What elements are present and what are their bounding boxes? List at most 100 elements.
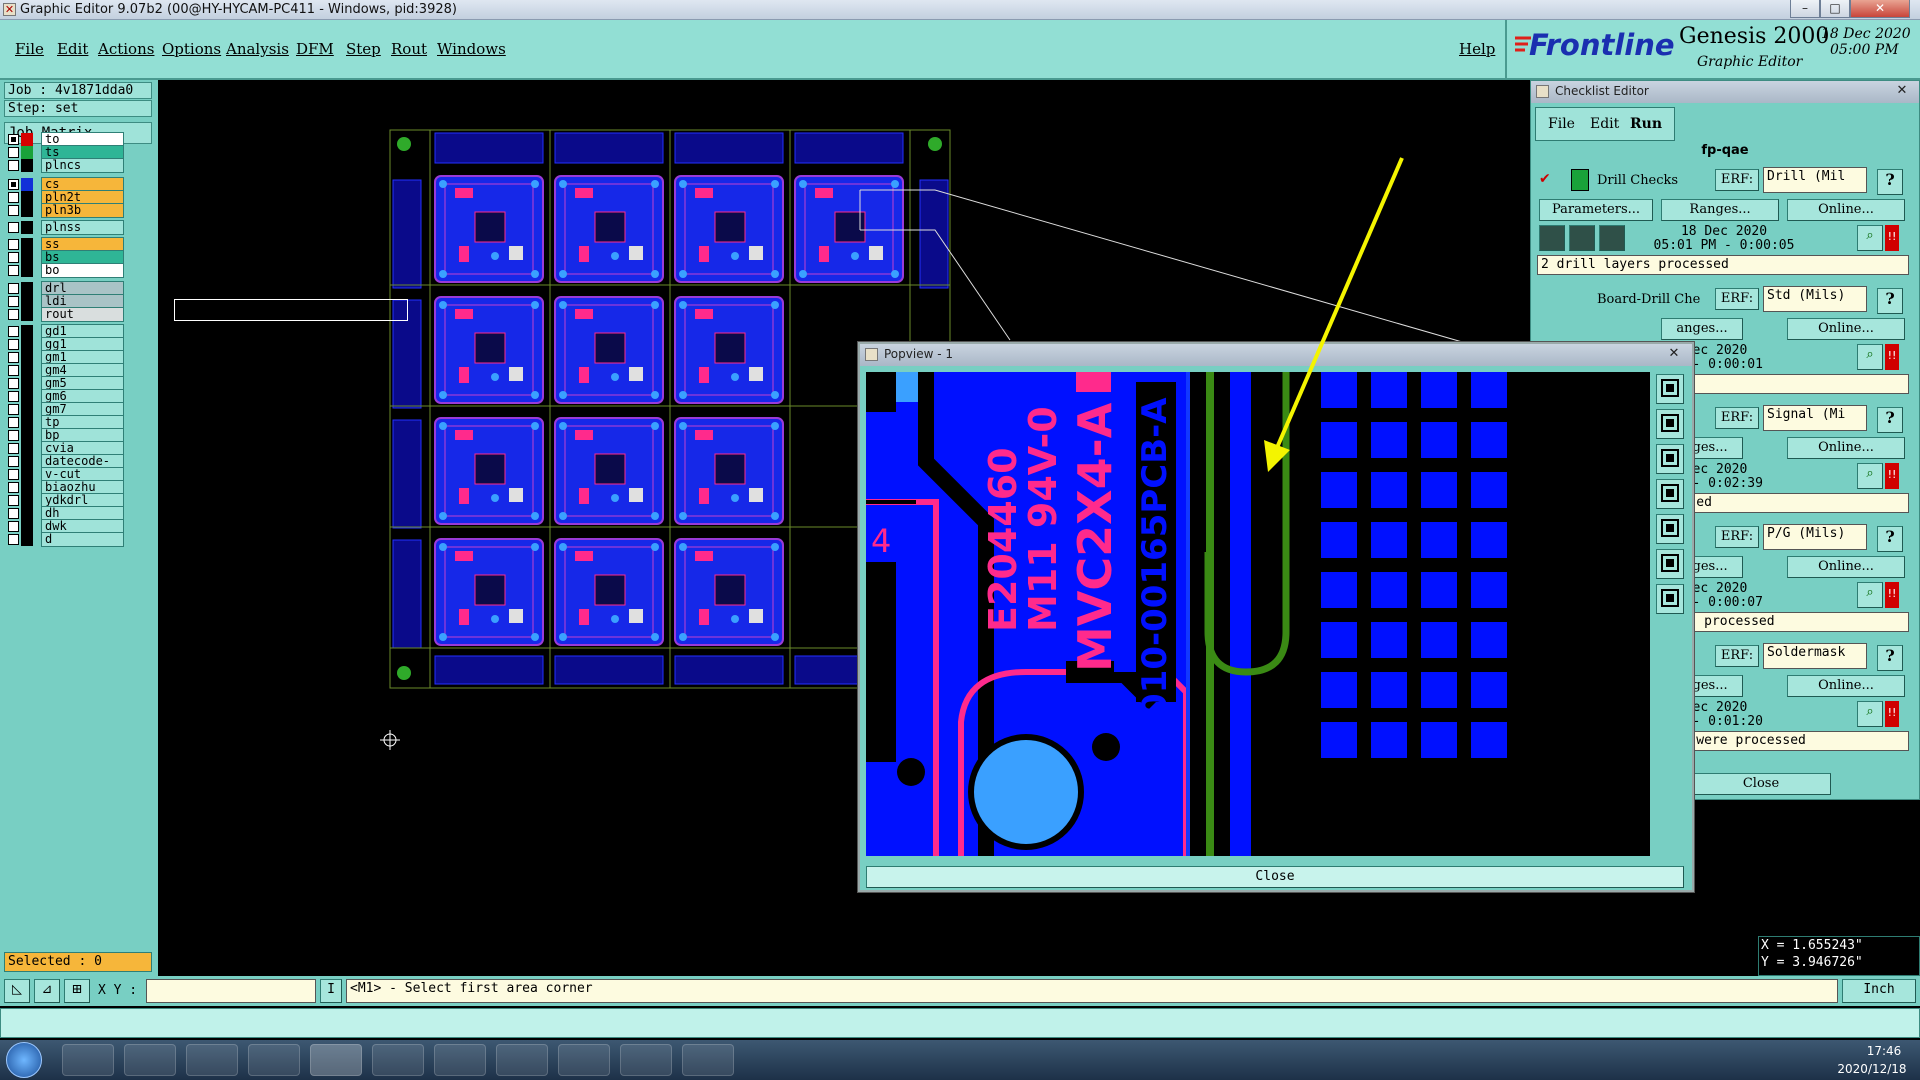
layer-row-bo[interactable]: bo xyxy=(6,263,124,278)
cursor-mode-icon[interactable]: I xyxy=(320,979,342,1003)
layer-checkbox[interactable] xyxy=(8,192,19,203)
pan-left-icon[interactable] xyxy=(1656,479,1684,509)
layer-checkbox[interactable] xyxy=(8,508,19,519)
layer-checkbox[interactable] xyxy=(8,339,19,350)
online-button[interactable]: Online... xyxy=(1787,556,1905,578)
layer-checkbox[interactable] xyxy=(8,495,19,506)
menu-step[interactable]: Step xyxy=(346,40,381,58)
menu-options[interactable]: Options xyxy=(162,40,221,58)
layer-name[interactable]: plnss xyxy=(41,220,124,235)
zoom-home-icon[interactable] xyxy=(1656,584,1684,614)
check-name[interactable]: Board-Drill Che xyxy=(1597,292,1700,307)
zoom-result-icon[interactable]: ⌕ xyxy=(1857,582,1883,608)
erf-button[interactable]: ERF: xyxy=(1715,645,1759,667)
popview-close-icon[interactable]: ✕ xyxy=(1660,344,1688,364)
units-selector[interactable]: Inch xyxy=(1842,979,1916,1003)
layer-name[interactable]: plncs xyxy=(41,158,124,173)
zoom-result-icon[interactable]: ⌕ xyxy=(1857,701,1883,727)
layer-checkbox[interactable] xyxy=(8,326,19,337)
parameters-button[interactable]: Parameters... xyxy=(1539,199,1653,221)
checklist-close-button[interactable]: Close xyxy=(1691,773,1831,795)
maximize-button[interactable]: □ xyxy=(1820,0,1850,18)
layer-checkbox[interactable] xyxy=(8,147,19,158)
layer-checkbox[interactable] xyxy=(8,134,19,145)
layer-checkbox[interactable] xyxy=(8,365,19,376)
help-button[interactable]: ? xyxy=(1877,645,1903,671)
taskbar-shell-icon[interactable] xyxy=(62,1044,114,1076)
erf-button[interactable]: ERF: xyxy=(1715,169,1759,191)
menu-help[interactable]: Help xyxy=(1459,40,1495,58)
layer-row-pln3b[interactable]: pln3b xyxy=(6,203,124,218)
layer-checkbox[interactable] xyxy=(8,443,19,454)
zoom-result-icon[interactable]: ⌕ xyxy=(1857,225,1883,251)
layer-checkbox[interactable] xyxy=(8,404,19,415)
layer-checkbox[interactable] xyxy=(8,378,19,389)
menu-windows[interactable]: Windows xyxy=(437,40,506,58)
menu-file[interactable]: File xyxy=(15,40,44,58)
fit-icon[interactable] xyxy=(1656,374,1684,404)
layer-name[interactable]: rout xyxy=(41,307,124,322)
taskbar-excel-icon[interactable] xyxy=(496,1044,548,1076)
layer-checkbox[interactable] xyxy=(8,265,19,276)
help-button[interactable]: ? xyxy=(1877,169,1903,195)
checklist-menu-run[interactable]: Run xyxy=(1630,116,1662,132)
online-button[interactable]: Online... xyxy=(1787,675,1905,697)
checklist-menu-file[interactable]: File xyxy=(1548,116,1575,132)
minimize-button[interactable]: – xyxy=(1790,0,1820,18)
layer-checkbox[interactable] xyxy=(8,160,19,171)
online-button[interactable]: Online... xyxy=(1787,199,1905,221)
close-window-button[interactable]: ✕ xyxy=(1850,0,1910,18)
measure-mode-icon[interactable]: ⊿ xyxy=(34,979,60,1003)
erf-value[interactable]: Soldermask xyxy=(1763,643,1867,669)
layer-checkbox[interactable] xyxy=(8,309,19,320)
grid-mode-icon[interactable]: ⊞ xyxy=(64,979,90,1003)
layer-name[interactable]: bo xyxy=(41,263,124,278)
checklist-close-icon[interactable]: ✕ xyxy=(1891,83,1913,100)
start-button[interactable] xyxy=(6,1042,42,1078)
check-name[interactable]: Drill Checks xyxy=(1597,173,1678,188)
layer-checkbox[interactable] xyxy=(8,283,19,294)
erf-button[interactable]: ERF: xyxy=(1715,407,1759,429)
online-button[interactable]: Online... xyxy=(1787,437,1905,459)
help-button[interactable]: ? xyxy=(1877,526,1903,552)
check-mark-icon[interactable]: ✔ xyxy=(1539,171,1553,187)
layer-checkbox[interactable] xyxy=(8,430,19,441)
menu-dfm[interactable]: DFM xyxy=(296,40,334,58)
zoom-result-icon[interactable]: ⌕ xyxy=(1857,344,1883,370)
taskbar-x-icon[interactable] xyxy=(310,1044,362,1076)
layer-checkbox[interactable] xyxy=(8,296,19,307)
pan-right-icon[interactable] xyxy=(1656,514,1684,544)
taskbar-viewer-icon[interactable] xyxy=(620,1044,672,1076)
taskbar-chat-icon[interactable] xyxy=(682,1044,734,1076)
erf-button[interactable]: ERF: xyxy=(1715,288,1759,310)
layer-checkbox[interactable] xyxy=(8,534,19,545)
layer-checkbox[interactable] xyxy=(8,417,19,428)
erf-value[interactable]: Signal (Mi xyxy=(1763,405,1867,431)
taskbar-word-icon[interactable] xyxy=(558,1044,610,1076)
erf-value[interactable]: Std (Mils) xyxy=(1763,286,1867,312)
checklist-menu-edit[interactable]: Edit xyxy=(1590,116,1619,132)
popview-close-button[interactable]: Close xyxy=(866,866,1684,888)
layer-checkbox[interactable] xyxy=(8,205,19,216)
layer-name[interactable]: pln3b xyxy=(41,203,124,218)
ranges-button[interactable]: anges... xyxy=(1661,318,1743,340)
zoom-result-icon[interactable]: ⌕ xyxy=(1857,463,1883,489)
layer-row-plnss[interactable]: plnss xyxy=(6,220,124,235)
layer-checkbox[interactable] xyxy=(8,239,19,250)
action-icon-2[interactable] xyxy=(1569,225,1595,251)
zoom-in-icon[interactable] xyxy=(1656,409,1684,439)
taskbar-save-icon[interactable] xyxy=(372,1044,424,1076)
layer-checkbox[interactable] xyxy=(8,469,19,480)
layer-checkbox[interactable] xyxy=(8,456,19,467)
menu-edit[interactable]: Edit xyxy=(57,40,88,58)
xy-input[interactable] xyxy=(146,979,316,1003)
menu-analysis[interactable]: Analysis xyxy=(226,40,289,58)
taskbar-pdf-icon[interactable] xyxy=(434,1044,486,1076)
help-button[interactable]: ? xyxy=(1877,407,1903,433)
layer-checkbox[interactable] xyxy=(8,179,19,190)
layer-row-plncs[interactable]: plncs xyxy=(6,158,124,173)
layer-row-rout[interactable]: rout xyxy=(6,307,124,322)
layer-checkbox[interactable] xyxy=(8,222,19,233)
layer-checkbox[interactable] xyxy=(8,391,19,402)
layer-checkbox[interactable] xyxy=(8,252,19,263)
